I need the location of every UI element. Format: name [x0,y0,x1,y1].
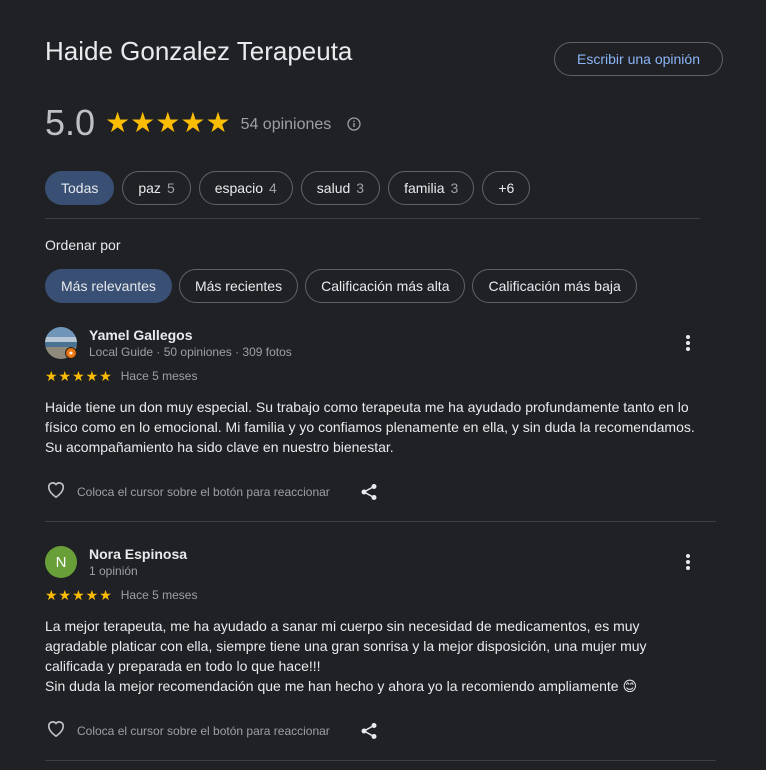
local-guide-badge-icon: ✶ [65,347,77,359]
divider [45,760,716,761]
reviewer-meta: 1 opinión [89,564,138,578]
review-stars-row: ★★★★★ Hace 5 meses [45,369,197,383]
heart-icon[interactable] [45,718,67,743]
review-stars-row: ★★★★★ Hace 5 meses [45,588,197,602]
topic-filter-chips: Todas paz 5 espacio 4 salud 3 familia 3 +6 [45,171,531,205]
share-icon[interactable] [360,722,378,740]
chip-count: 3 [450,180,459,196]
chip-familia[interactable]: familia 3 [388,171,475,205]
sort-highest-rating[interactable]: Calificación más alta [305,269,466,303]
chip-label: salud [316,180,351,196]
rating-stars: ★★★★★ [105,107,231,138]
heart-icon[interactable] [45,479,67,504]
review-text: La mejor terapeuta, me ha ayudado a sana… [45,618,647,694]
sort-chips: Más relevantes Más recientes Calificació… [45,269,637,303]
chip-todas[interactable]: Todas [45,171,115,205]
review-date: Hace 5 meses [120,588,198,602]
review-text: Haide tiene un don muy especial. Su trab… [45,399,695,455]
reaction-row: Coloca el cursor sobre el botón para rea… [45,479,378,504]
page-title: Haide Gonzalez Terapeuta [45,36,353,66]
avatar[interactable]: N [45,546,77,578]
review-card: N Nora Espinosa 1 opinión ★★★★★ Hace 5 m… [45,546,717,746]
review-date: Hace 5 meses [120,369,198,383]
reaction-hint: Coloca el cursor sobre el botón para rea… [77,723,330,738]
chip-label: Más recientes [194,278,283,294]
chip-paz[interactable]: paz 5 [122,171,191,205]
reviewer-name[interactable]: Yamel Gallegos [89,327,193,343]
chip-more-topics[interactable]: +6 [482,171,531,205]
reviewer-name[interactable]: Nora Espinosa [89,546,187,562]
reviewer-meta: Local Guide · 50 opiniones · 309 fotos [89,345,292,359]
divider [45,218,700,219]
more-options-icon[interactable] [678,552,698,572]
sort-label: Ordenar por [45,237,121,253]
review-card: ✶ Yamel Gallegos Local Guide · 50 opinio… [45,327,717,507]
chip-label: Calificación más alta [321,278,450,294]
more-options-icon[interactable] [678,333,698,353]
chip-count: 3 [356,180,365,196]
chip-label: Todas [61,180,99,196]
reaction-row: Coloca el cursor sobre el botón para rea… [45,718,378,743]
chip-label: espacio [214,180,263,196]
write-review-button[interactable]: Escribir una opinión [554,42,723,76]
chip-count: 4 [269,180,277,196]
review-stars: ★★★★★ [45,587,113,603]
sort-most-relevant[interactable]: Más relevantes [45,269,172,303]
chip-label: familia [404,180,445,196]
divider [45,521,716,522]
chip-label: Calificación más baja [488,278,621,294]
share-icon[interactable] [360,483,378,501]
chip-salud[interactable]: salud 3 [300,171,381,205]
info-icon[interactable] [347,116,363,133]
sort-most-recent[interactable]: Más recientes [178,269,299,303]
chip-label: +6 [498,180,515,196]
chip-label: Más relevantes [61,278,156,294]
sort-lowest-rating[interactable]: Calificación más baja [472,269,637,303]
chip-count: 5 [166,180,175,196]
rating-summary: 5.0 ★★★★★ 54 opiniones [45,102,363,144]
review-stars: ★★★★★ [45,368,113,384]
chip-label: paz [138,180,161,196]
reaction-hint: Coloca el cursor sobre el botón para rea… [77,484,330,499]
review-count[interactable]: 54 opiniones [241,116,332,134]
chip-espacio[interactable]: espacio 4 [198,171,293,205]
average-rating: 5.0 [45,102,96,143]
